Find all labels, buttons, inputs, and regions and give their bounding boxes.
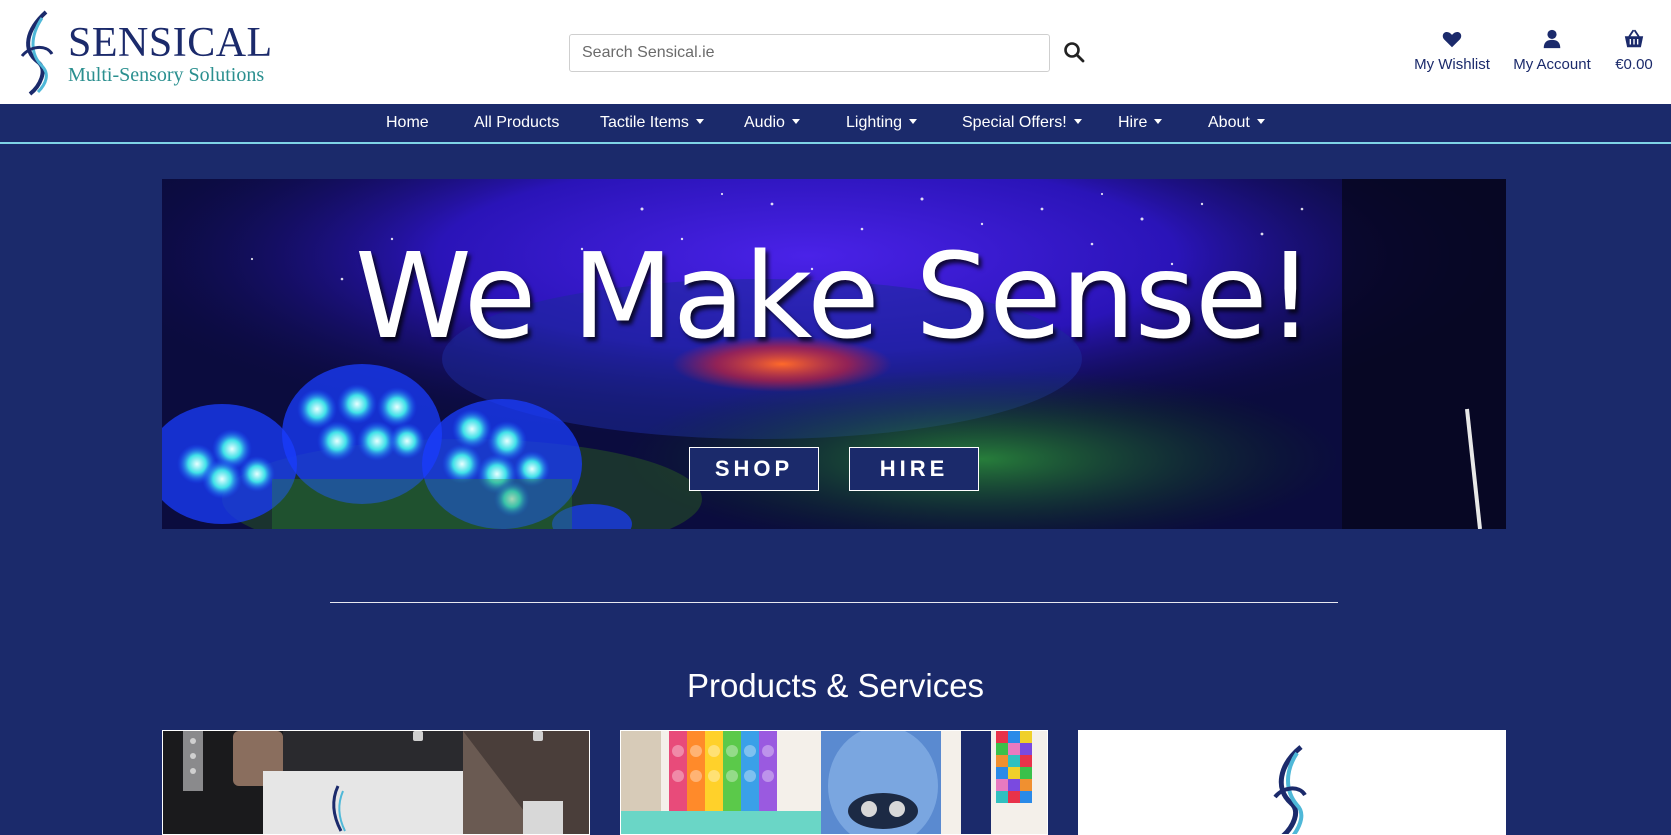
- equipment-case-image: [163, 731, 589, 834]
- nav-item-all-products[interactable]: All Products: [474, 104, 559, 142]
- shop-button[interactable]: SHOP: [689, 447, 819, 491]
- site-logo[interactable]: SENSICAL Multi-Sensory Solutions: [16, 10, 272, 96]
- chevron-down-icon: [791, 119, 800, 124]
- account-link[interactable]: My Account: [1513, 28, 1591, 73]
- account-label: My Account: [1513, 56, 1591, 73]
- brand-name: SENSICAL: [68, 20, 273, 66]
- nav-label: Lighting: [846, 114, 903, 131]
- product-card-tactile[interactable]: [620, 730, 1048, 835]
- product-card-hire-case[interactable]: [162, 730, 590, 835]
- nav-label: Home: [386, 114, 429, 131]
- nav-label: All Products: [474, 114, 560, 131]
- tactile-toys-image: [621, 731, 1047, 834]
- search-icon: [1064, 42, 1085, 63]
- nav-item-audio[interactable]: Audio: [744, 104, 800, 142]
- nav-label: About: [1208, 114, 1250, 131]
- chevron-down-icon: [909, 119, 918, 124]
- search-button[interactable]: [1062, 40, 1086, 64]
- nav-label: Tactile Items: [600, 114, 689, 131]
- site-header: SENSICAL Multi-Sensory Solutions My Wish…: [0, 0, 1671, 104]
- search-box: [569, 34, 1050, 72]
- heart-icon: [1442, 31, 1462, 48]
- nav-item-special-offers[interactable]: Special Offers!: [962, 104, 1082, 142]
- main-nav: Home All Products Tactile Items Audio Li…: [0, 104, 1671, 144]
- cart-link[interactable]: €0.00: [1612, 28, 1656, 73]
- hire-button[interactable]: HIRE: [849, 447, 979, 491]
- chevron-down-icon: [1154, 119, 1163, 124]
- nav-item-lighting[interactable]: Lighting: [846, 104, 918, 142]
- section-divider: [330, 602, 1338, 603]
- nav-item-tactile-items[interactable]: Tactile Items: [600, 104, 704, 142]
- nav-item-hire[interactable]: Hire: [1118, 104, 1163, 142]
- sensical-logo-image: [1079, 731, 1505, 834]
- nav-label: Hire: [1118, 114, 1148, 131]
- wishlist-label: My Wishlist: [1414, 56, 1490, 73]
- nav-label: Audio: [744, 114, 785, 131]
- products-services-heading: Products & Services: [686, 667, 985, 704]
- nav-item-about[interactable]: About: [1208, 104, 1265, 142]
- nav-item-home[interactable]: Home: [386, 104, 429, 142]
- wishlist-link[interactable]: My Wishlist: [1411, 28, 1493, 73]
- chevron-down-icon: [1256, 119, 1265, 124]
- user-icon: [1543, 29, 1561, 49]
- hero-title: We Make Sense!: [355, 227, 1314, 365]
- sensical-swirl-logo-icon: [20, 10, 54, 96]
- brand-tagline: Multi-Sensory Solutions: [68, 64, 265, 86]
- product-card-sensical[interactable]: [1078, 730, 1506, 835]
- cart-total: €0.00: [1615, 56, 1653, 73]
- chevron-down-icon: [1073, 119, 1082, 124]
- search-input[interactable]: [570, 35, 1049, 71]
- chevron-down-icon: [695, 119, 704, 124]
- basket-icon: [1624, 29, 1644, 48]
- nav-label: Special Offers!: [962, 114, 1067, 131]
- hero-banner: We Make Sense! SHOP HIRE: [162, 179, 1506, 529]
